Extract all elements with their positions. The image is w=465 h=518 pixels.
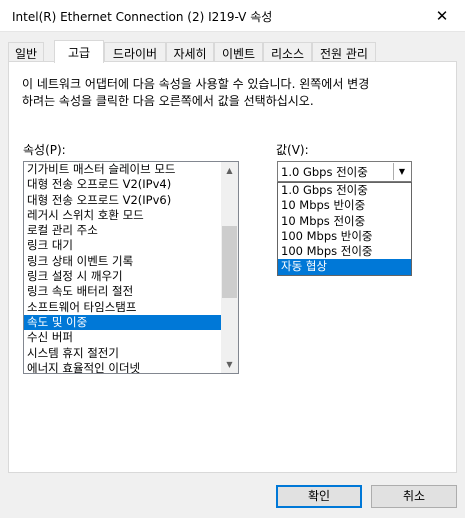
list-item[interactable]: 로컬 관리 주소 xyxy=(24,223,221,238)
scroll-down-icon[interactable]: ▼ xyxy=(221,356,238,373)
cancel-button[interactable]: 취소 xyxy=(371,485,457,508)
list-item[interactable]: 대형 전송 오프로드 V2(IPv4) xyxy=(24,177,221,192)
list-item[interactable]: 레거시 스위치 호환 모드 xyxy=(24,208,221,223)
description-line-2: 하려는 속성을 클릭한 다음 오른쪽에서 값을 선택하십시오. xyxy=(22,94,314,108)
title-bar: Intel(R) Ethernet Connection (2) I219-V … xyxy=(0,0,465,32)
list-item[interactable]: 링크 상태 이벤트 기록 xyxy=(24,254,221,269)
value-dropdown-list[interactable]: 1.0 Gbps 전이중 10 Mbps 반이중 10 Mbps 전이중 100… xyxy=(277,182,412,276)
tab-events[interactable]: 이벤트 xyxy=(214,42,263,61)
list-scrollbar[interactable]: ▲ ▼ xyxy=(221,162,238,373)
list-item[interactable]: 에너지 효율적인 이더넷 xyxy=(24,361,221,373)
dropdown-option[interactable]: 10 Mbps 반이중 xyxy=(278,198,411,213)
property-listbox[interactable]: 기가비트 매스터 슬레이브 모드 대형 전송 오프로드 V2(IPv4) 대형 … xyxy=(23,161,239,374)
value-label: 값(V): xyxy=(276,143,309,157)
tab-general[interactable]: 일반 xyxy=(8,42,44,61)
list-item[interactable]: 링크 속도 배터리 절전 xyxy=(24,284,221,299)
dropdown-option[interactable]: 100 Mbps 전이중 xyxy=(278,244,411,259)
list-item[interactable]: 소프트웨어 타임스탬프 xyxy=(24,300,221,315)
list-item[interactable]: 링크 설정 시 깨우기 xyxy=(24,269,221,284)
dropdown-option[interactable]: 100 Mbps 반이중 xyxy=(278,229,411,244)
dropdown-option-highlighted[interactable]: 자동 협상 xyxy=(278,259,411,275)
combo-current-value: 1.0 Gbps 전이중 xyxy=(281,165,368,179)
scroll-up-icon[interactable]: ▲ xyxy=(221,162,238,179)
list-item-selected[interactable]: 속도 및 이중 xyxy=(24,314,221,331)
window-title: Intel(R) Ethernet Connection (2) I219-V … xyxy=(12,10,273,24)
ok-button[interactable]: 확인 xyxy=(276,485,362,508)
description-line-1: 이 네트워크 어댑터에 다음 속성을 사용할 수 있습니다. 왼쪽에서 변경 xyxy=(22,77,370,91)
property-label: 속성(P): xyxy=(23,143,66,157)
chevron-down-icon[interactable]: ▼ xyxy=(393,163,410,180)
tab-driver[interactable]: 드라이버 xyxy=(104,42,166,61)
list-item[interactable]: 기가비트 매스터 슬레이브 모드 xyxy=(24,162,221,177)
list-item[interactable]: 링크 대기 xyxy=(24,238,221,253)
tab-power-management[interactable]: 전원 관리 xyxy=(312,42,376,61)
value-combobox[interactable]: 1.0 Gbps 전이중 ▼ xyxy=(277,161,412,182)
tab-strip: 일반 고급 드라이버 자세히 이벤트 리소스 전원 관리 xyxy=(8,40,458,63)
list-item[interactable]: 시스템 휴지 절전기 xyxy=(24,346,221,361)
dropdown-option[interactable]: 1.0 Gbps 전이중 xyxy=(278,183,411,198)
list-item[interactable]: 수신 버퍼 xyxy=(24,330,221,345)
dropdown-option[interactable]: 10 Mbps 전이중 xyxy=(278,214,411,229)
list-item[interactable]: 대형 전송 오프로드 V2(IPv6) xyxy=(24,193,221,208)
tab-resources[interactable]: 리소스 xyxy=(263,42,312,61)
description-text: 이 네트워크 어댑터에 다음 속성을 사용할 수 있습니다. 왼쪽에서 변경 하… xyxy=(22,76,442,110)
tab-advanced[interactable]: 고급 xyxy=(54,40,104,63)
close-icon[interactable]: ✕ xyxy=(419,0,465,32)
tab-details[interactable]: 자세히 xyxy=(166,42,214,61)
scroll-thumb[interactable] xyxy=(222,226,237,298)
